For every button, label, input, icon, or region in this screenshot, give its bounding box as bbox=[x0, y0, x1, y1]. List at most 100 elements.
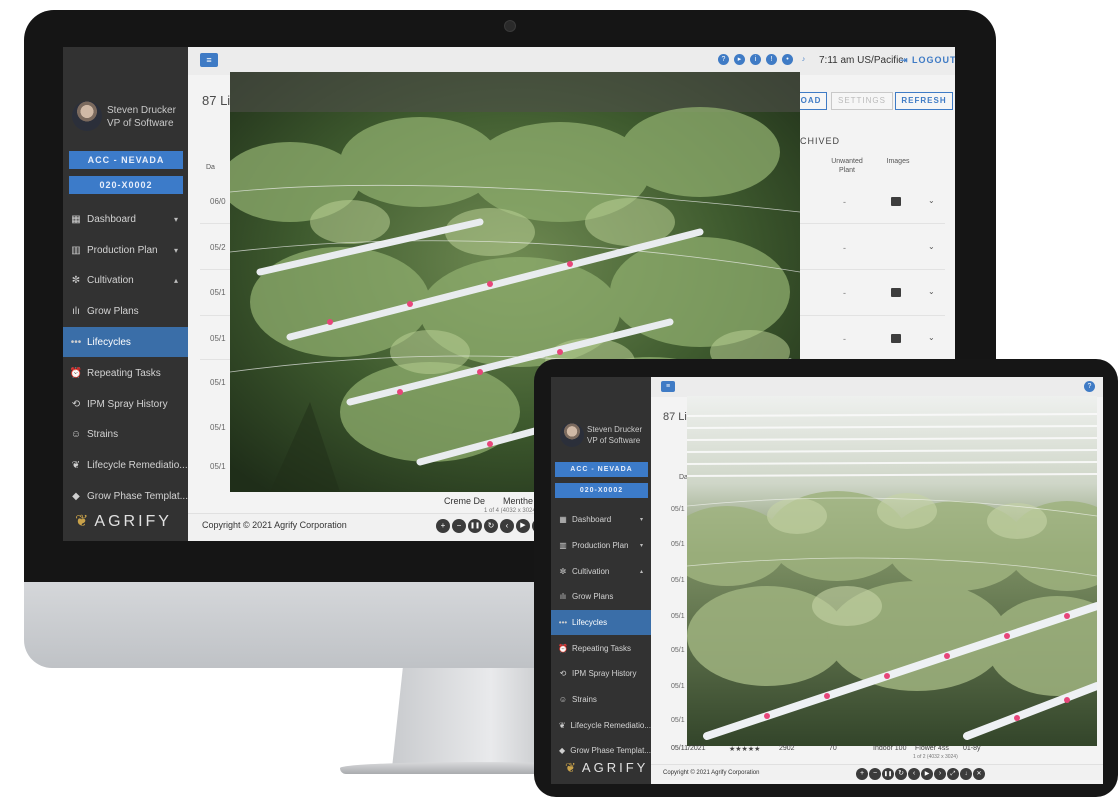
previous-button[interactable]: ‹ bbox=[908, 768, 920, 780]
sidebar-item-cultivation[interactable]: ✼ Cultivation ▴ bbox=[63, 265, 188, 295]
tab-archived[interactable]: CHIVED bbox=[800, 136, 840, 146]
timezone-clock: 7:11 am US/Pacific bbox=[819, 55, 904, 66]
alert-icon[interactable]: • bbox=[782, 54, 793, 65]
zoom-out-button[interactable]: − bbox=[869, 768, 881, 780]
row-date: 05/1 bbox=[671, 717, 685, 724]
sidebar-item-repeating-tasks[interactable]: ⏰ Repeating Tasks bbox=[551, 636, 651, 661]
sidebar-item-label: Lifecycle Remediatio... bbox=[570, 721, 651, 730]
sidebar-item-ipm-spray-history[interactable]: ⟲ IPM Spray History bbox=[551, 661, 651, 686]
room-selector[interactable]: 020-X0002 bbox=[69, 176, 183, 194]
column-header-date[interactable]: Da bbox=[206, 163, 215, 172]
rotate-button[interactable]: ↻ bbox=[895, 768, 907, 780]
fullscreen-button[interactable]: ⤢ bbox=[947, 768, 959, 780]
microphone-icon[interactable]: ♪ bbox=[798, 54, 809, 65]
sidebar-item-strains[interactable]: ☺ Strains bbox=[551, 687, 651, 712]
sidebar-item-lifecycle-remediation[interactable]: ❦ Lifecycle Remediatio... bbox=[551, 713, 651, 738]
download-image-button[interactable]: ↓ bbox=[960, 768, 972, 780]
row-date: 05/1 bbox=[210, 462, 226, 471]
sidebar-item-dashboard[interactable]: ▦ Dashboard ▾ bbox=[63, 204, 188, 234]
refresh-button[interactable]: REFRESH bbox=[895, 92, 953, 110]
sidebar-item-dashboard[interactable]: ▦ Dashboard ▾ bbox=[551, 507, 651, 532]
rotate-button[interactable]: ↻ bbox=[484, 519, 498, 533]
row-date: 05/1 bbox=[671, 647, 685, 654]
image-gallery-icon[interactable] bbox=[891, 288, 901, 297]
play-button[interactable]: ▶ bbox=[921, 768, 933, 780]
footer: Copyright © 2021 Agrify Corporation + − … bbox=[651, 764, 1103, 784]
leaf-icon: ❦ bbox=[565, 760, 576, 775]
sidebar-item-label: IPM Spray History bbox=[87, 398, 168, 410]
sidebar-item-label: Strains bbox=[572, 695, 597, 704]
sidebar-item-production-plan[interactable]: ▥ Production Plan ▾ bbox=[551, 533, 651, 558]
next-button[interactable]: › bbox=[934, 768, 946, 780]
pause-button[interactable]: ❚❚ bbox=[468, 519, 482, 533]
help-icon[interactable]: ? bbox=[718, 54, 729, 65]
play-button[interactable]: ▶ bbox=[516, 519, 530, 533]
sidebar-item-label: Repeating Tasks bbox=[572, 644, 631, 653]
zoom-out-button[interactable]: − bbox=[452, 519, 466, 533]
plant-photo-lightbox[interactable] bbox=[687, 396, 1097, 746]
chevron-down-icon[interactable]: ⌄ bbox=[928, 196, 935, 205]
top-bar: ≡ ? bbox=[651, 377, 1103, 397]
page-title: 87 Li bbox=[663, 411, 687, 423]
history-icon: ⟲ bbox=[559, 669, 567, 678]
sidebar-item-grow-phase-templates[interactable]: ◆ Grow Phase Templat... bbox=[63, 481, 188, 511]
lifecycle-icon: ••• bbox=[70, 336, 82, 348]
facility-selector[interactable]: ACC - NEVADA bbox=[69, 151, 183, 169]
logout-button[interactable]: ⇥ LOGOUT bbox=[900, 55, 955, 66]
previous-button[interactable]: ‹ bbox=[500, 519, 514, 533]
monitor-camera bbox=[504, 20, 516, 32]
logout-icon: ⇥ bbox=[900, 55, 913, 65]
map-icon: ▥ bbox=[71, 244, 81, 256]
diamond-icon: ◆ bbox=[559, 746, 566, 755]
user-name: Steven Drucker bbox=[107, 105, 176, 116]
sidebar-item-cultivation[interactable]: ✼ Cultivation ▴ bbox=[551, 559, 651, 584]
sidebar-item-lifecycle-remediation[interactable]: ❦ Lifecycle Remediatio... bbox=[63, 450, 188, 480]
alarm-icon: ⏰ bbox=[558, 644, 568, 653]
sidebar: Steven Drucker VP of Software ACC - NEVA… bbox=[63, 47, 188, 541]
sidebar-item-production-plan[interactable]: ▥ Production Plan ▾ bbox=[63, 235, 188, 265]
lightbox-controls: + − ❚❚ ↻ ‹ ▶ › ⤢ ↓ ✕ bbox=[856, 768, 985, 780]
sidebar-item-strains[interactable]: ☺ Strains bbox=[63, 419, 188, 449]
sidebar-item-repeating-tasks[interactable]: ⏰ Repeating Tasks bbox=[63, 358, 188, 388]
row-date: 05/1 bbox=[671, 541, 685, 548]
sidebar-item-label: Repeating Tasks bbox=[87, 367, 161, 379]
close-button[interactable]: ✕ bbox=[973, 768, 985, 780]
help-icon[interactable]: ? bbox=[1084, 381, 1095, 392]
sidebar-item-label: Grow Phase Templat... bbox=[570, 746, 651, 755]
chevron-down-icon[interactable]: ⌄ bbox=[928, 242, 935, 251]
room-selector[interactable]: 020-X0002 bbox=[555, 483, 648, 498]
row-date: 05/1 bbox=[671, 613, 685, 620]
menu-toggle-button[interactable]: ≡ bbox=[200, 53, 218, 67]
video-icon[interactable]: ▸ bbox=[734, 54, 745, 65]
sidebar-item-grow-plans[interactable]: ılı Grow Plans bbox=[551, 584, 651, 609]
column-header-unwanted-plant[interactable]: Unwanted Plant bbox=[825, 157, 869, 175]
avatar[interactable] bbox=[560, 423, 584, 447]
facility-selector[interactable]: ACC - NEVADA bbox=[555, 462, 648, 477]
info-icon[interactable]: i bbox=[750, 54, 761, 65]
row-date: 05/2 bbox=[210, 243, 226, 252]
alarm-icon: ⏰ bbox=[69, 367, 83, 379]
unwanted-plant-value: - bbox=[843, 334, 846, 344]
zoom-in-button[interactable]: + bbox=[436, 519, 450, 533]
image-gallery-icon[interactable] bbox=[891, 334, 901, 343]
avatar[interactable] bbox=[72, 101, 102, 131]
sidebar-item-ipm-spray-history[interactable]: ⟲ IPM Spray History bbox=[63, 389, 188, 419]
pause-button[interactable]: ❚❚ bbox=[882, 768, 894, 780]
zoom-in-button[interactable]: + bbox=[856, 768, 868, 780]
sidebar-item-grow-plans[interactable]: ılı Grow Plans bbox=[63, 296, 188, 326]
sidebar-item-label: Cultivation bbox=[87, 274, 134, 286]
sidebar-item-lifecycles[interactable]: ••• Lifecycles bbox=[63, 327, 188, 357]
chevron-down-icon[interactable]: ⌄ bbox=[928, 333, 935, 342]
plant-icon: ❦ bbox=[71, 459, 81, 471]
chevron-down-icon[interactable]: ⌄ bbox=[928, 287, 935, 296]
chevron-down-icon: ▾ bbox=[173, 245, 178, 255]
sidebar-item-lifecycles[interactable]: ••• Lifecycles bbox=[551, 610, 651, 635]
menu-toggle-button[interactable]: ≡ bbox=[661, 381, 675, 392]
column-header-images[interactable]: Images bbox=[881, 157, 915, 166]
image-gallery-icon[interactable] bbox=[891, 197, 901, 206]
photo-caption-strain: Creme De bbox=[444, 496, 486, 506]
settings-button[interactable]: SETTINGS bbox=[831, 92, 893, 110]
copyright-text: Copyright © 2021 Agrify Corporation bbox=[663, 770, 760, 776]
notification-icon[interactable]: ! bbox=[766, 54, 777, 65]
sidebar-item-label: IPM Spray History bbox=[572, 669, 637, 678]
